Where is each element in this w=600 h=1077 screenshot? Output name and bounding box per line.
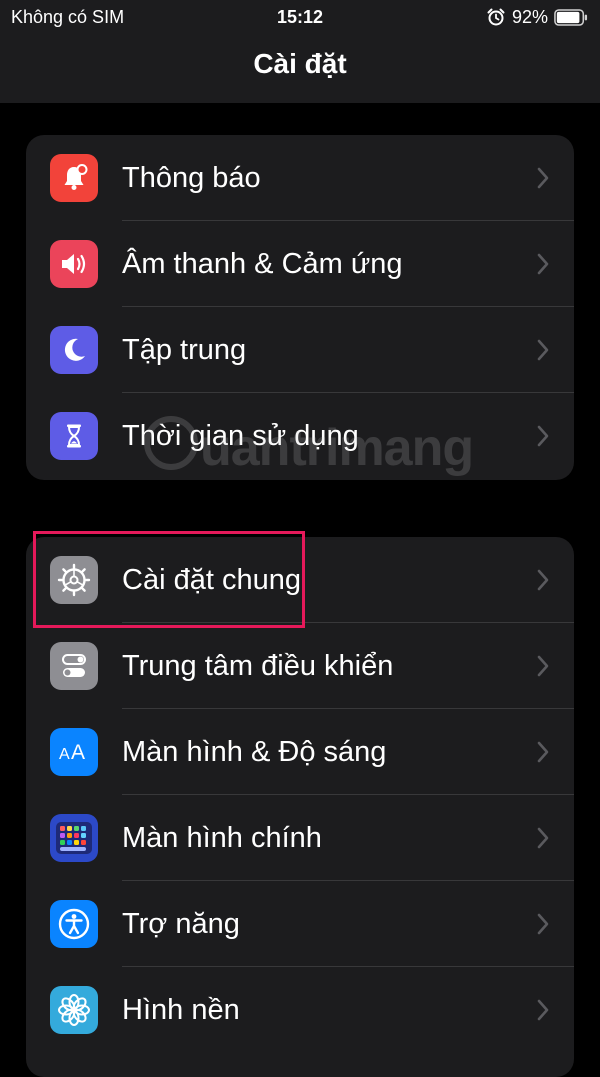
svg-text:A: A	[71, 741, 85, 764]
settings-row-notifications[interactable]: Thông báo	[26, 135, 574, 221]
settings-row-sounds[interactable]: Âm thanh & Cảm ứng	[26, 221, 574, 307]
svg-text:A: A	[59, 746, 70, 763]
speaker-icon	[62, 254, 86, 274]
settings-row-control-center[interactable]: Trung tâm điều khiển	[26, 623, 574, 709]
settings-row-label: Hình nền	[122, 994, 240, 1026]
home-screen-icon-tile	[50, 814, 98, 862]
chevron-right-icon	[537, 569, 549, 591]
display-icon-tile: A A	[50, 728, 98, 776]
screen-time-icon-tile	[50, 412, 98, 460]
bell-icon	[64, 164, 88, 190]
settings-row-label: Màn hình chính	[122, 822, 322, 854]
flower-icon	[58, 994, 90, 1026]
control-center-icon-tile	[50, 642, 98, 690]
settings-group-notifications: Thông báo Âm thanh & Cảm ứng Tập trung T…	[26, 135, 574, 480]
chevron-right-icon	[537, 913, 549, 935]
settings-row-home-screen[interactable]: Màn hình chính	[26, 795, 574, 881]
notifications-icon-tile	[50, 154, 98, 202]
accessibility-icon-tile	[50, 900, 98, 948]
status-bar: Không có SIM 15:12 92%	[0, 0, 600, 34]
moon-icon	[64, 338, 85, 361]
accessibility-icon	[58, 908, 90, 940]
app-grid-icon	[56, 822, 92, 854]
settings-row-display-brightness[interactable]: A A Màn hình & Độ sáng	[26, 709, 574, 795]
settings-row-label: Trung tâm điều khiển	[122, 650, 394, 682]
hourglass-icon	[67, 424, 81, 448]
highlight-box	[33, 531, 305, 628]
chevron-right-icon	[537, 253, 549, 275]
settings-row-label: Tập trung	[122, 334, 247, 366]
sounds-icon-tile	[50, 240, 98, 288]
text-size-icon: A A	[59, 741, 85, 764]
alarm-clock-icon	[487, 8, 505, 26]
toggles-icon	[62, 654, 86, 677]
chevron-right-icon	[537, 425, 549, 447]
chevron-right-icon	[537, 339, 549, 361]
settings-row-label: Thông báo	[122, 162, 261, 194]
navigation-bar: Không có SIM 15:12 92% Cài đặt	[0, 0, 600, 103]
settings-row-focus[interactable]: Tập trung	[26, 307, 574, 393]
settings-row-screen-time[interactable]: Thời gian sử dụng	[26, 393, 574, 479]
settings-row-label: Âm thanh & Cảm ứng	[122, 248, 403, 280]
chevron-right-icon	[537, 167, 549, 189]
settings-row-label: Trợ năng	[122, 908, 240, 940]
battery-percent: 92%	[511, 6, 548, 27]
battery-icon	[554, 8, 588, 26]
wallpaper-icon-tile	[50, 986, 98, 1034]
settings-row-label: Màn hình & Độ sáng	[122, 736, 387, 768]
chevron-right-icon	[537, 999, 549, 1021]
focus-icon-tile	[50, 326, 98, 374]
chevron-right-icon	[537, 827, 549, 849]
settings-row-wallpaper[interactable]: Hình nền	[26, 967, 574, 1053]
chevron-right-icon	[537, 655, 549, 677]
status-right: 92%	[486, 5, 588, 29]
page-title: Cài đặt	[253, 48, 347, 79]
chevron-right-icon	[537, 741, 549, 763]
settings-row-label: Thời gian sử dụng	[122, 420, 359, 452]
settings-row-accessibility[interactable]: Trợ năng	[26, 881, 574, 967]
